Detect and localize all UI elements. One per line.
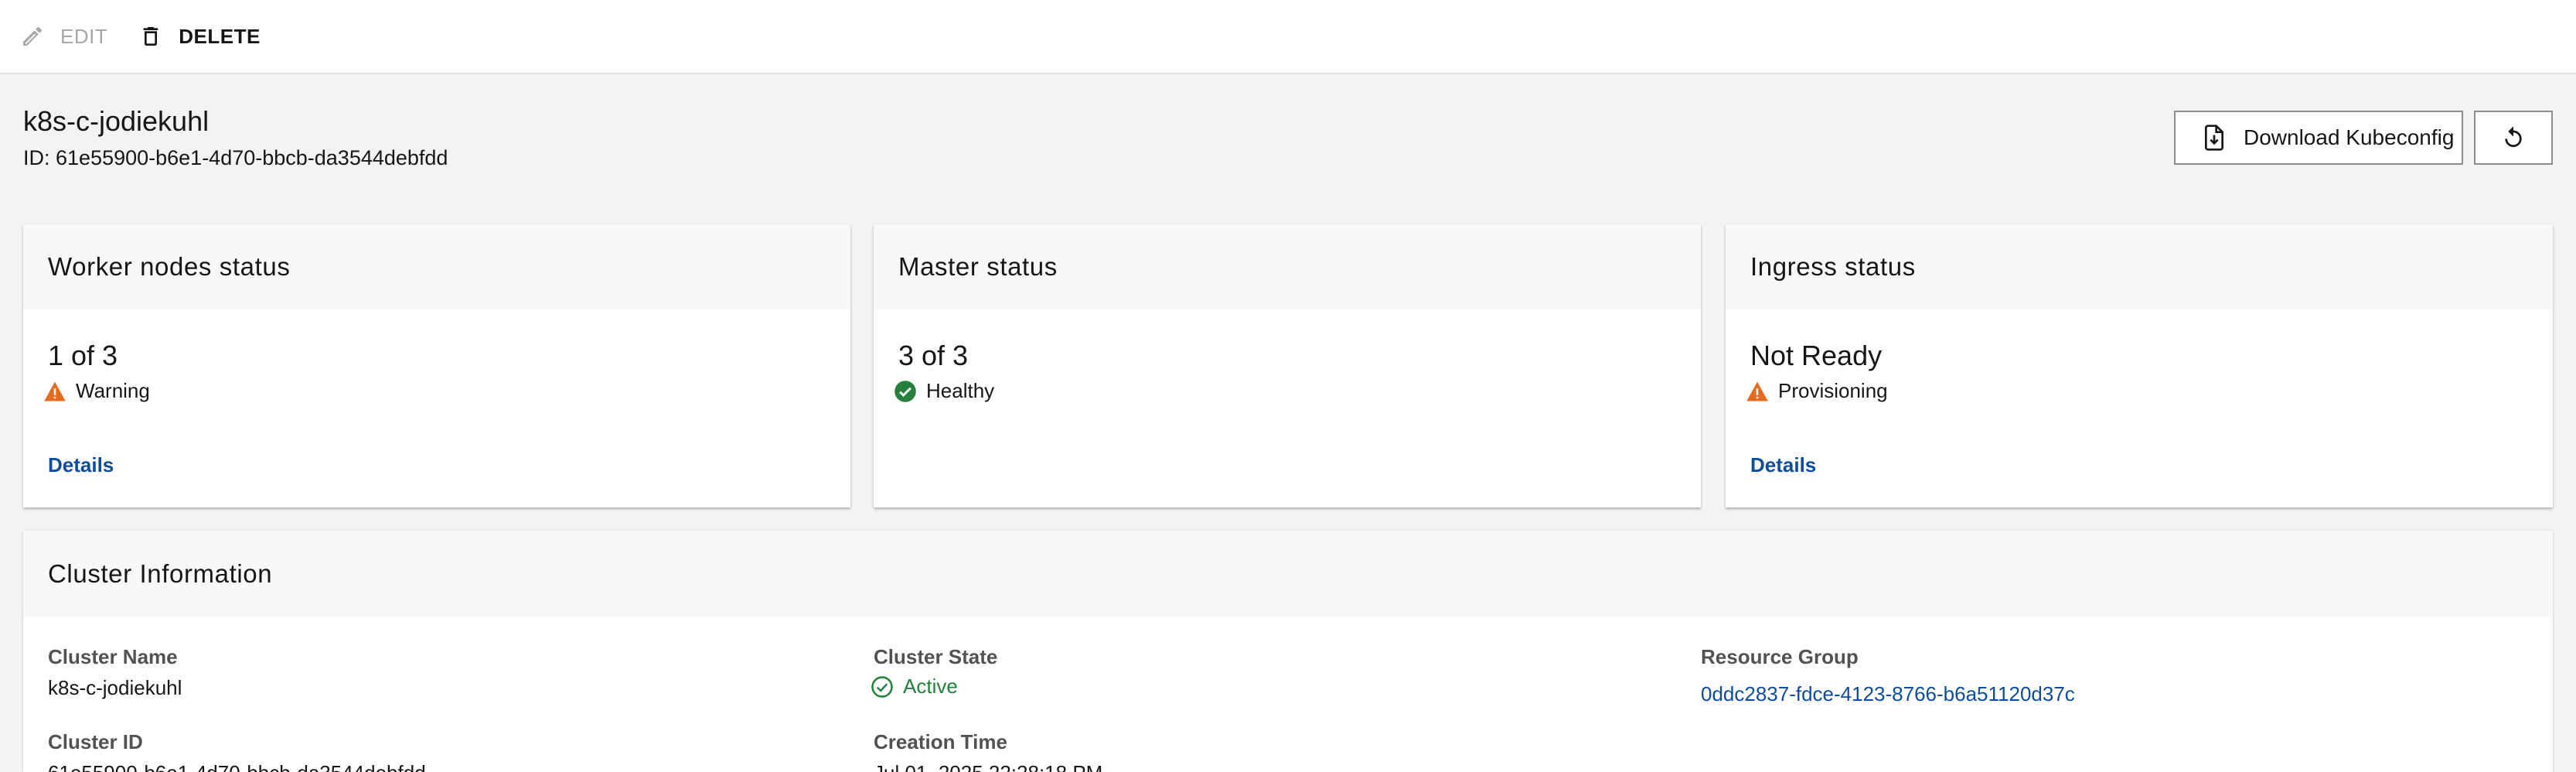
edit-button[interactable]: EDIT xyxy=(20,0,107,73)
card-title: Worker nodes status xyxy=(23,224,850,309)
card-value: 1 of 3 xyxy=(48,340,118,371)
card-title: Master status xyxy=(874,224,1701,309)
card-value: 3 of 3 xyxy=(898,340,969,371)
card-title: Ingress status xyxy=(1726,224,2553,309)
cluster-name-label: Cluster Name xyxy=(48,645,178,668)
warning-icon xyxy=(1746,381,1768,401)
check-circle-outline-icon xyxy=(871,675,893,698)
resource-group-label: Resource Group xyxy=(1701,645,1859,668)
worker-nodes-details-link[interactable]: Details xyxy=(48,453,114,477)
status-text: Healthy xyxy=(926,379,995,402)
card-value: Not Ready xyxy=(1750,340,1883,371)
delete-button[interactable]: DELETE xyxy=(138,0,261,73)
cluster-id-subtitle: ID: 61e55900-b6e1-4d70-bbcb-da3544debfdd xyxy=(23,146,448,169)
download-kubeconfig-label: Download Kubeconfig xyxy=(2244,125,2455,149)
toolbar: EDIT DELETE xyxy=(0,0,2576,74)
master-status-card: Master status 3 of 3 Healthy xyxy=(874,224,1701,507)
status-text: Provisioning xyxy=(1778,379,1888,402)
ingress-details-link[interactable]: Details xyxy=(1750,453,1816,477)
section-title: Cluster Information xyxy=(23,531,2553,617)
creation-time-label: Creation Time xyxy=(874,730,1007,753)
cluster-state-label: Cluster State xyxy=(874,645,998,668)
cluster-state-value: Active xyxy=(871,675,958,699)
check-circle-icon xyxy=(894,380,916,402)
trash-icon xyxy=(143,27,158,46)
refresh-icon xyxy=(2505,126,2522,147)
cluster-information-panel: Cluster Information Cluster Name k8s-c-j… xyxy=(23,531,2553,772)
ingress-status-card: Ingress status Not Ready Provisioning De… xyxy=(1726,224,2553,507)
delete-label: DELETE xyxy=(179,24,261,48)
creation-time-value: Jul 01, 2025 22:28:18 PM xyxy=(874,761,1102,772)
status-badge: Provisioning xyxy=(1746,379,1888,403)
cluster-state-text: Active xyxy=(903,675,958,698)
edit-label: EDIT xyxy=(60,24,108,48)
status-badge: Healthy xyxy=(894,379,994,403)
cluster-id-value: 61e55900-b6e1-4d70-bbcb-da3544debfdd xyxy=(48,761,426,772)
download-file-icon xyxy=(2205,125,2223,151)
resource-group-link[interactable]: 0ddc2837-fdce-4123-8766-b6a51120d37c xyxy=(1701,682,2075,706)
pencil-icon xyxy=(23,26,43,46)
refresh-button[interactable] xyxy=(2474,111,2553,165)
download-kubeconfig-button[interactable]: Download Kubeconfig xyxy=(2174,111,2463,165)
status-badge: Warning xyxy=(43,379,150,403)
page-title: k8s-c-jodiekuhl xyxy=(23,105,210,137)
cluster-name-value: k8s-c-jodiekuhl xyxy=(48,676,182,699)
cluster-id-label: Cluster ID xyxy=(48,730,143,753)
worker-nodes-status-card: Worker nodes status 1 of 3 Warning Detai… xyxy=(23,224,850,507)
status-text: Warning xyxy=(76,379,150,402)
warning-icon xyxy=(44,381,66,401)
